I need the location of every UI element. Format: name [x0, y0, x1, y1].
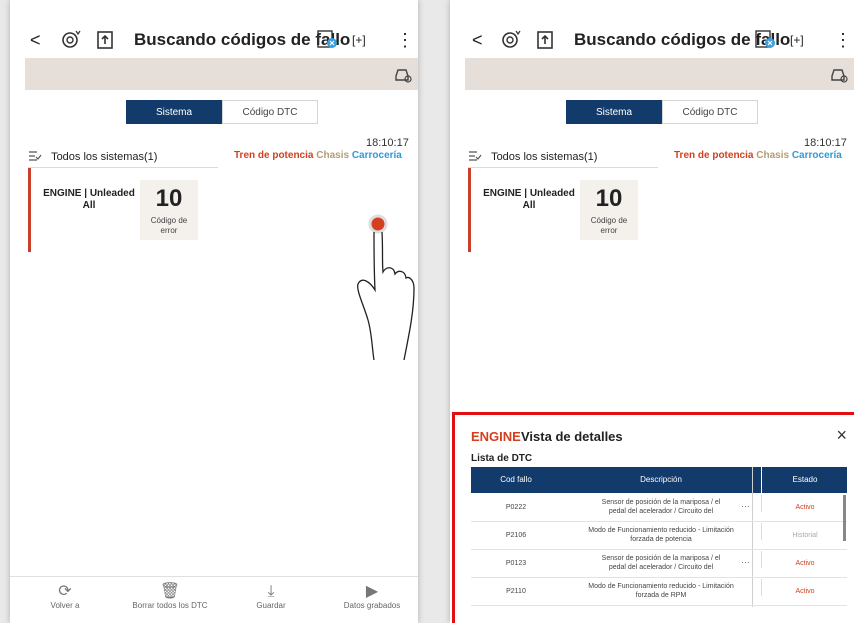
export-icon[interactable]	[536, 28, 556, 58]
car-icon[interactable]	[393, 64, 413, 84]
dtc-description: Modo de Funcionamiento reducido - Limita…	[588, 583, 734, 599]
dtc-count: 10	[595, 185, 623, 212]
tab-system[interactable]: Sistema	[126, 100, 222, 124]
scan-icon[interactable]	[60, 28, 82, 58]
engine-name: ENGINE | Unleaded	[43, 188, 135, 199]
scrollbar[interactable]	[843, 495, 846, 541]
dtc-description: Modo de Funcionamiento reducido - Limita…	[588, 527, 734, 543]
dtc-count-box: 10 Código de error	[140, 180, 198, 240]
timestamp: 18:10:17	[804, 137, 847, 149]
dtc-table-header: Cod fallo Descripción Estado	[471, 467, 847, 493]
phone-screen-left: < Buscando códigos de fallo [+] ⋮ Sistem…	[10, 0, 418, 623]
filter-powertrain[interactable]: Tren de potencia	[234, 150, 313, 161]
engine-name: ENGINE | Unleaded	[483, 188, 575, 199]
refresh-icon: ⟳	[58, 583, 72, 600]
dtc-count-label: Código de error	[150, 216, 188, 235]
car-icon[interactable]	[829, 64, 849, 84]
back-button[interactable]: <	[472, 26, 483, 54]
systems-header: Todos los sistemas(1)	[468, 150, 597, 168]
filter-powertrain[interactable]: Tren de potencia	[674, 150, 753, 161]
filter-chassis[interactable]: Chasis	[316, 150, 349, 161]
play-file-icon: ▶	[365, 583, 379, 600]
tab-dtc-code[interactable]: Código DTC	[222, 100, 318, 124]
dtc-list-label: Lista de DTC	[471, 453, 533, 464]
system-card-engine[interactable]: ENGINE | Unleaded All 10 Código de error	[28, 168, 208, 252]
recorded-data-button[interactable]: ▶ Datos grabados	[332, 583, 412, 610]
scan-icon[interactable]	[500, 28, 522, 58]
phone-screen-right: < Buscando códigos de fallo [+] ⋮ Sistem…	[450, 0, 854, 623]
back-button[interactable]: <	[30, 26, 41, 54]
bottom-toolbar: ⟳ Volver a 🗑 Borrar todos los DTC ⤓ Guardar…	[10, 576, 418, 623]
filter-body[interactable]: Carrocería	[352, 150, 402, 161]
focus-icon[interactable]: [+]	[790, 26, 804, 54]
header-status: Estado	[761, 467, 848, 493]
table-row[interactable]: P0123 Sensor de posición de la mariposa /…	[471, 551, 847, 578]
vehicle-ribbon	[25, 58, 418, 90]
dtc-code: P0123	[505, 560, 527, 567]
filter-body[interactable]: Carrocería	[792, 150, 842, 161]
more-icon[interactable]: ···	[741, 501, 750, 511]
tap-gesture-hand	[348, 210, 418, 375]
clear-codes-icon[interactable]	[754, 28, 778, 58]
vehicle-ribbon	[465, 58, 854, 90]
back-toolbar-button[interactable]: ⟳ Volver a	[40, 583, 90, 610]
status-bar	[468, 168, 471, 252]
engine-variant: All	[82, 200, 96, 211]
top-bar: < Buscando códigos de fallo [+] ⋮	[450, 22, 854, 60]
system-card-engine[interactable]: ENGINE | Unleaded All 10 Código de error	[468, 168, 648, 252]
dtc-code: P2106	[505, 532, 527, 539]
category-filters: Tren de potencia Chasis Carrocería	[234, 150, 402, 161]
tab-system[interactable]: Sistema	[566, 100, 662, 124]
table-row[interactable]: P2110 Modo de Funcionamiento reducido - L…	[471, 579, 847, 606]
detail-engine-label: ENGINE	[471, 429, 521, 444]
systems-label: Todos los sistemas(1)	[51, 151, 158, 163]
header-code: Cod fallo	[500, 475, 532, 484]
close-icon[interactable]: ×	[836, 425, 847, 446]
systems-header: Todos los sistemas(1)	[28, 150, 157, 168]
export-icon[interactable]	[96, 28, 116, 58]
save-button[interactable]: ⤓ Guardar	[246, 583, 296, 610]
dtc-code: P0222	[505, 504, 527, 511]
status-badge: Activo	[761, 551, 848, 568]
table-row[interactable]: P2106 Modo de Funcionamiento reducido - L…	[471, 523, 847, 550]
view-toggle: Sistema Código DTC	[126, 100, 318, 124]
dtc-code: P2110	[506, 588, 526, 595]
top-bar: < Buscando códigos de fallo [+] ⋮	[10, 22, 418, 60]
timestamp: 18:10:17	[366, 137, 409, 149]
more-menu-icon[interactable]: ⋮	[396, 26, 414, 54]
dtc-count-box: 10 Código de error	[580, 180, 638, 240]
systems-label: Todos los sistemas(1)	[491, 151, 598, 163]
view-toggle: Sistema Código DTC	[566, 100, 758, 124]
list-check-icon	[29, 151, 42, 161]
engine-variant: All	[522, 200, 536, 211]
dtc-description: Sensor de posición de la mariposa / el pe…	[601, 555, 721, 571]
trash-icon: 🗑	[159, 583, 181, 600]
detail-title: Vista de detalles	[521, 429, 623, 444]
header-description: Descripción	[640, 475, 682, 484]
tab-dtc-code[interactable]: Código DTC	[662, 100, 758, 124]
download-icon: ⤓	[267, 583, 275, 600]
dtc-count-label: Código de error	[590, 216, 628, 235]
status-bar	[28, 168, 31, 252]
status-badge: Activo	[761, 495, 848, 512]
dtc-description: Sensor de posición de la mariposa / el pe…	[601, 499, 721, 515]
status-badge: Historial	[761, 523, 848, 540]
clear-codes-icon[interactable]	[316, 28, 340, 58]
table-row[interactable]: P0222 Sensor de posición de la mariposa /…	[471, 495, 847, 522]
category-filters: Tren de potencia Chasis Carrocería	[674, 150, 842, 161]
focus-icon[interactable]: [+]	[352, 26, 366, 54]
more-menu-icon[interactable]: ⋮	[834, 26, 852, 54]
more-icon[interactable]: ···	[741, 557, 750, 567]
status-badge: Activo	[761, 579, 848, 596]
engine-label: ENGINE | Unleaded All	[480, 188, 578, 212]
dtc-count: 10	[155, 185, 183, 212]
list-check-icon	[469, 151, 482, 161]
filter-chassis[interactable]: Chasis	[756, 150, 789, 161]
clear-all-button[interactable]: 🗑 Borrar todos los DTC	[120, 583, 220, 610]
detail-panel: ENGINE Vista de detalles × Lista de DTC …	[452, 412, 854, 623]
engine-label: ENGINE | Unleaded All	[40, 188, 138, 212]
